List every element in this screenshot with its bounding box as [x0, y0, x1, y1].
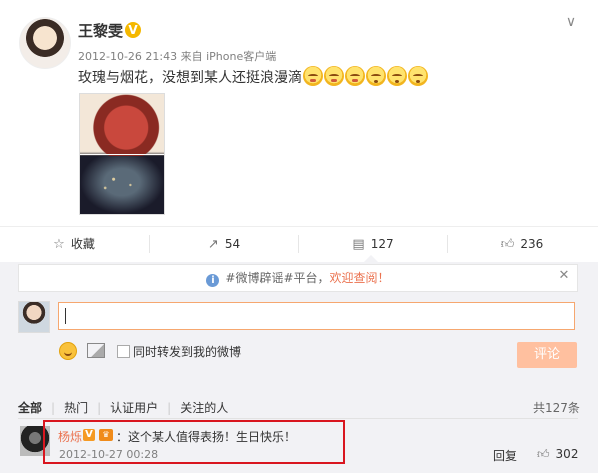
post-timestamp[interactable]: 2012-10-26 21:43 [78, 50, 177, 63]
post-text-content: 玫瑰与烟花，没想到某人还挺浪漫滴 [78, 70, 302, 86]
tab-all[interactable]: 全部 [18, 399, 42, 416]
blush-emoji-icon [345, 66, 365, 86]
crown-badge-icon: ♛ [99, 429, 113, 441]
post-author-name[interactable]: 王黎雯 [78, 20, 123, 41]
comment-timestamp: 2012-10-27 00:28 [59, 448, 159, 461]
post-meta: 2012-10-26 21:43 来自 iPhone客户端 [78, 48, 276, 64]
verified-badge-icon: V [83, 429, 95, 441]
sleepy-emoji-icon [366, 66, 386, 86]
blush-emoji-icon [303, 66, 323, 86]
tab-following[interactable]: 关注的人 [180, 399, 228, 416]
thumbs-up-icon: 👍︎ [537, 447, 550, 461]
total-comments: 共127条 [533, 401, 580, 415]
sleepy-emoji-icon [408, 66, 428, 86]
chevron-down-icon[interactable]: ∨ [562, 14, 580, 32]
divider [18, 418, 578, 419]
favorite-label: 收藏 [70, 237, 95, 251]
repost-button[interactable]: ↗ 54 [150, 227, 298, 261]
repost-icon: ↗ [207, 237, 219, 252]
post-text: 玫瑰与烟花，没想到某人还挺浪漫滴 [78, 66, 428, 87]
submit-comment-button[interactable]: 评论 [517, 342, 577, 368]
repost-checkbox-label[interactable]: 同时转发到我的微博 [133, 343, 241, 360]
blush-emoji-icon [324, 66, 344, 86]
post-author-avatar[interactable] [19, 17, 71, 69]
comment-filter-tabs: 全部 | 热门 | 认证用户 | 关注的人 [18, 399, 229, 416]
repost-checkbox[interactable] [117, 345, 130, 358]
close-icon[interactable]: ✕ [556, 268, 572, 284]
notice-link[interactable]: 欢迎查阅！ [330, 271, 390, 285]
post-source: 来自 iPhone客户端 [180, 50, 277, 63]
favorite-button[interactable]: ☆ 收藏 [0, 227, 148, 261]
my-avatar[interactable] [18, 301, 50, 333]
post-action-bar: ☆ 收藏 ↗ 54 ▤ 127 👍︎ 236 [0, 226, 598, 261]
comment-count: 127 [370, 237, 394, 251]
like-count: 236 [520, 237, 544, 251]
notice-text: #微博辟谣#平台， [225, 271, 330, 285]
image-upload-icon[interactable] [87, 343, 105, 358]
commenter-name[interactable]: 杨烁 [58, 428, 82, 445]
comment-input[interactable] [58, 302, 575, 330]
reply-button[interactable]: 回复 [493, 447, 517, 464]
like-button[interactable]: 👍︎ 236 [448, 227, 596, 261]
text-caret [65, 308, 66, 324]
emoji-picker-icon[interactable] [59, 342, 77, 360]
verified-badge-icon: V [125, 22, 141, 38]
tab-hot[interactable]: 热门 [64, 399, 88, 416]
info-icon: i [206, 274, 220, 287]
comment-like-button[interactable]: 👍︎ 302 [537, 447, 578, 462]
star-icon: ☆ [53, 237, 65, 252]
comment-text: ：这个某人值得表扬！生日快乐！ [116, 430, 297, 444]
comment-icon: ▤ [352, 237, 365, 252]
tab-verified-users[interactable]: 认证用户 [110, 399, 158, 416]
sleepy-emoji-icon [387, 66, 407, 86]
repost-count: 54 [224, 237, 241, 251]
post-photo-thumbnail[interactable] [79, 93, 165, 215]
comment-like-count: 302 [555, 447, 579, 461]
thumbs-up-icon: 👍︎ [500, 237, 515, 252]
notice-bar: i #微博辟谣#平台，欢迎查阅！ [18, 264, 578, 292]
panel-pointer [364, 255, 378, 262]
